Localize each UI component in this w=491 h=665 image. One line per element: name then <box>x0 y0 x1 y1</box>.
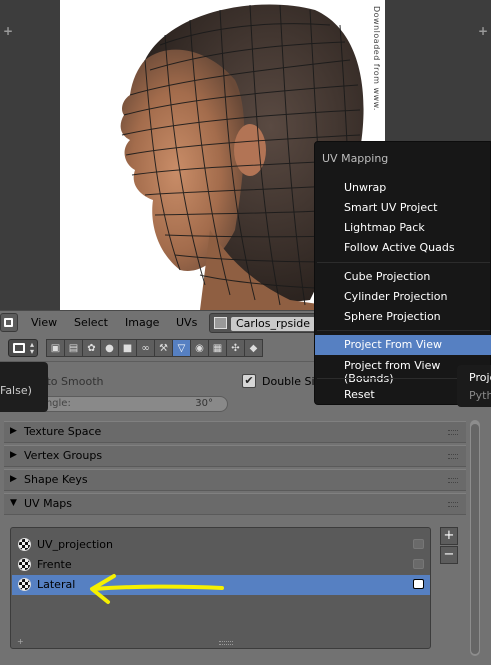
scene-tab-icon[interactable]: ✿ <box>82 339 101 357</box>
expand-arrow-icon: ▶ <box>10 474 17 484</box>
uv-map-name[interactable]: Frente <box>37 558 72 571</box>
uv-map-icon <box>18 558 31 571</box>
expand-arrow-icon: ▶ <box>10 450 17 460</box>
submenu-line-1: Proje <box>469 371 491 384</box>
panel-title: Vertex Groups <box>24 449 103 462</box>
material-tab-icon[interactable]: ◉ <box>190 339 209 357</box>
menu-item-project-from-view[interactable]: Project From View <box>315 335 491 355</box>
editor-type-button[interactable] <box>0 313 18 332</box>
drag-grip-icon[interactable] <box>448 478 458 483</box>
drag-grip-icon[interactable] <box>448 454 458 459</box>
uv-map-icon <box>18 578 31 591</box>
render-camera-icon[interactable] <box>413 559 424 569</box>
collapse-arrow-icon: ▼ <box>10 498 17 508</box>
image-name-field[interactable]: Carlos_rpside <box>231 317 315 331</box>
menu-item-smart-uv-project[interactable]: Smart UV Project <box>315 198 491 218</box>
menu-select[interactable]: Select <box>74 316 108 329</box>
list-item[interactable]: UV_projection <box>12 535 430 555</box>
menu-item-lightmap-pack[interactable]: Lightmap Pack <box>315 218 491 238</box>
properties-icon <box>13 343 25 353</box>
expand-arrow-icon: ▶ <box>10 426 17 436</box>
menu-image[interactable]: Image <box>125 316 159 329</box>
physics-tab-icon[interactable]: ◆ <box>244 339 263 357</box>
watermark-text: Downloaded from www. <box>372 6 381 111</box>
panel-shape-keys[interactable]: ▶ Shape Keys <box>4 469 466 491</box>
constraints-tab-icon[interactable]: ∞ <box>136 339 155 357</box>
panel-texture-space[interactable]: ▶ Texture Space <box>4 421 466 443</box>
menu-item-cube-projection[interactable]: Cube Projection <box>315 267 491 287</box>
scrollbar-thumb[interactable] <box>471 424 479 654</box>
submenu-line-2: Pyth <box>469 389 491 402</box>
object-tab-icon[interactable]: ■ <box>118 339 137 357</box>
texture-tab-icon[interactable]: ▦ <box>208 339 227 357</box>
world-tab-icon[interactable]: ● <box>100 339 119 357</box>
data-tab-icon[interactable]: ▽ <box>172 339 191 357</box>
drag-grip-icon[interactable] <box>448 502 458 507</box>
uv-map-name[interactable]: UV_projection <box>37 538 113 551</box>
add-uv-map-button[interactable]: + <box>440 527 458 545</box>
tooltip-popup: False) <box>0 362 48 412</box>
drag-grip-icon[interactable] <box>448 430 458 435</box>
render-camera-icon[interactable] <box>413 579 424 589</box>
properties-context-tabs: ▣ ▤ ✿ ● ■ ∞ ⚒ ▽ ◉ ▦ ✣ ◆ <box>46 339 263 357</box>
menu-item-cylinder-projection[interactable]: Cylinder Projection <box>315 287 491 307</box>
double-sided-label: Double Sic <box>262 375 321 388</box>
menu-uvs[interactable]: UVs <box>176 316 197 329</box>
panel-title: Shape Keys <box>24 473 88 486</box>
auto-smooth-angle-field[interactable]: Angle: 30° <box>30 396 228 412</box>
menu-view[interactable]: View <box>31 316 57 329</box>
menu-item-follow-active-quads[interactable]: Follow Active Quads <box>315 238 491 258</box>
panel-vertex-groups[interactable]: ▶ Vertex Groups <box>4 445 466 467</box>
remove-uv-map-button[interactable]: − <box>440 546 458 564</box>
updown-arrow-icon: ▴ ▾ <box>29 340 34 356</box>
annotation-arrow <box>90 574 224 604</box>
properties-editor-type-button[interactable]: ▴ ▾ <box>8 339 38 357</box>
particles-tab-icon[interactable]: ✣ <box>226 339 245 357</box>
image-browse-selector[interactable]: Carlos_rpside <box>209 313 317 333</box>
menu-separator <box>317 330 490 331</box>
tooltip-text: False) <box>0 384 32 397</box>
list-resize-grip-icon[interactable] <box>219 641 233 645</box>
render-camera-icon[interactable] <box>413 539 424 549</box>
angle-field-value: 30° <box>195 398 213 409</box>
render-tab-icon[interactable]: ▣ <box>46 339 65 357</box>
modifiers-tab-icon[interactable]: ⚒ <box>154 339 173 357</box>
area-corner-plus-icon[interactable]: + <box>478 24 488 38</box>
properties-scrollbar[interactable] <box>470 420 480 656</box>
panel-uv-maps[interactable]: ▼ UV Maps <box>4 493 466 515</box>
menu-item-sphere-projection[interactable]: Sphere Projection <box>315 307 491 327</box>
menu-title: UV Mapping <box>322 152 389 165</box>
layers-tab-icon[interactable]: ▤ <box>64 339 83 357</box>
panel-title: Texture Space <box>24 425 102 438</box>
uv-map-name[interactable]: Lateral <box>37 578 75 591</box>
area-corner-plus-icon[interactable]: + <box>3 24 13 38</box>
panel-title: UV Maps <box>24 497 73 510</box>
image-icon <box>214 317 227 329</box>
tooltip-submenu: Proje Pyth <box>457 365 491 407</box>
list-resize-plus-icon[interactable]: + <box>17 637 24 646</box>
double-sided-checkbox[interactable]: ✔ <box>242 374 256 388</box>
image-editor-icon <box>4 318 13 327</box>
uv-map-icon <box>18 538 31 551</box>
menu-item-unwrap[interactable]: Unwrap <box>315 178 491 198</box>
menu-separator <box>317 262 490 263</box>
